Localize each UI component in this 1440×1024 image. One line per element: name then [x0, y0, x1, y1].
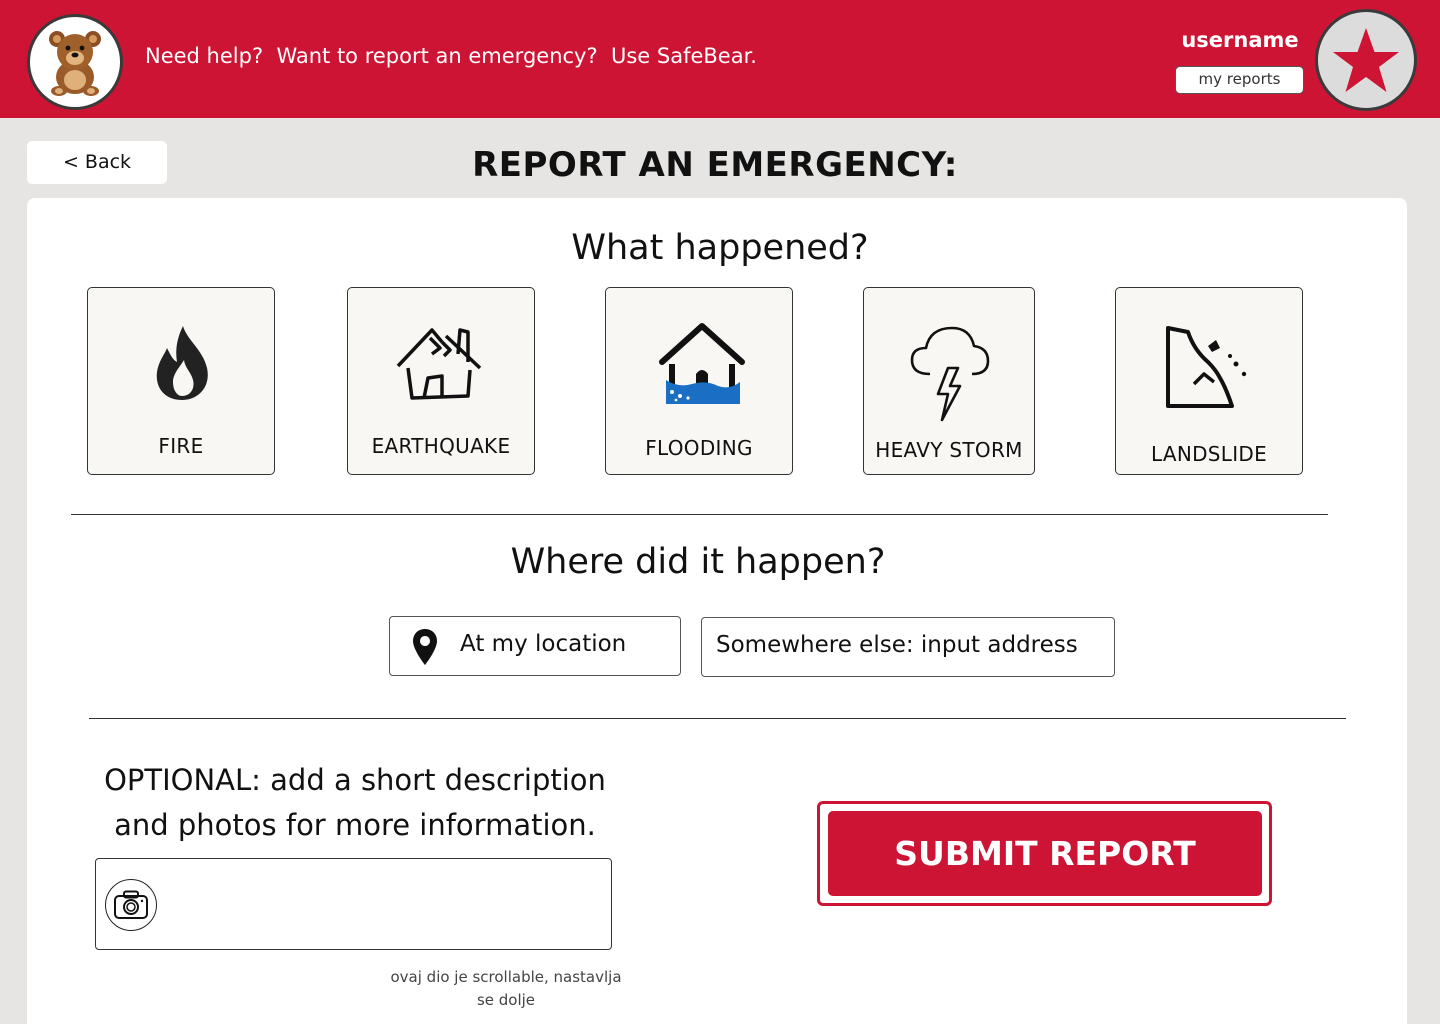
username-label[interactable]: username: [1176, 28, 1304, 52]
user-avatar[interactable]: [1315, 9, 1417, 111]
emergency-type-heavy-storm[interactable]: HEAVY STORM: [863, 287, 1035, 475]
tile-label-fire: FIRE: [158, 434, 204, 458]
at-my-location-button[interactable]: At my location: [389, 616, 681, 676]
scroll-note: ovaj dio je scrollable, nastavlja se dol…: [390, 968, 622, 1009]
emergency-type-flooding[interactable]: FLOODING: [605, 287, 793, 475]
landslide-icon: [1166, 326, 1247, 408]
section-divider: [71, 514, 1328, 515]
tile-label-heavy-storm: HEAVY STORM: [875, 438, 1023, 462]
address-input-button[interactable]: Somewhere else: input address: [701, 617, 1115, 677]
description-input[interactable]: [95, 858, 612, 950]
tile-label-landslide: LANDSLIDE: [1150, 442, 1268, 466]
page-title: REPORT AN EMERGENCY:: [472, 145, 958, 185]
optional-line-1: OPTIONAL: add a short description: [104, 763, 606, 797]
optional-line-2: and photos for more information.: [114, 808, 596, 842]
emergency-type-landslide[interactable]: LANDSLIDE: [1115, 287, 1303, 475]
star-icon: [1333, 28, 1399, 92]
storm-cloud-icon: [910, 326, 990, 422]
my-reports-button[interactable]: my reports: [1175, 66, 1304, 94]
safebear-logo[interactable]: [27, 14, 123, 110]
emergency-type-fire[interactable]: FIRE: [87, 287, 275, 475]
app-header: Need help? Want to report an emergency? …: [0, 0, 1440, 118]
tile-label-earthquake: EARTHQUAKE: [371, 434, 511, 458]
what-happened-heading: What happened?: [571, 228, 869, 268]
teddy-bear-icon: [49, 31, 101, 96]
where-heading: Where did it happen?: [510, 542, 886, 582]
optional-instructions: OPTIONAL: add a short description and ph…: [60, 758, 650, 848]
fire-icon: [156, 326, 208, 400]
submit-report-button[interactable]: SUBMIT REPORT: [828, 811, 1262, 896]
address-input-label: Somewhere else: input address: [716, 632, 1078, 658]
emergency-type-earthquake[interactable]: EARTHQUAKE: [347, 287, 535, 475]
flood-house-icon: [659, 323, 745, 404]
earthquake-house-icon: [396, 328, 482, 400]
header-tagline: Need help? Want to report an emergency? …: [145, 44, 757, 68]
camera-icon: [114, 890, 148, 919]
location-pin-icon: [413, 629, 437, 665]
section-divider: [89, 718, 1346, 719]
tile-label-flooding: FLOODING: [645, 436, 753, 460]
add-photo-button[interactable]: [105, 879, 157, 931]
submit-frame: SUBMIT REPORT: [817, 801, 1272, 906]
at-my-location-label: At my location: [460, 631, 627, 657]
